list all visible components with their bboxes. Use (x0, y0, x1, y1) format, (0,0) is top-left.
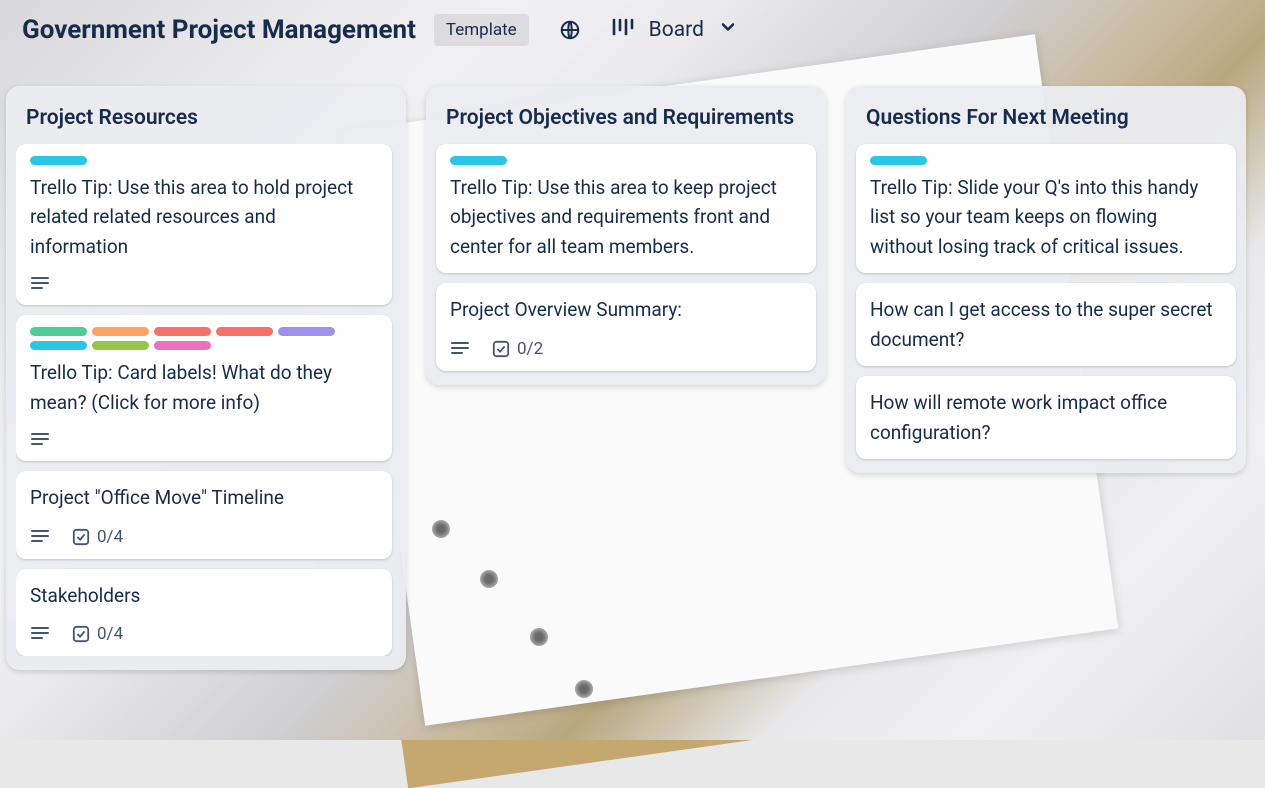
card-badges: 0/4 (30, 624, 378, 644)
card-labels (450, 156, 802, 165)
card-text: Stakeholders (30, 581, 378, 610)
label-red[interactable] (154, 327, 211, 336)
label-orange[interactable] (92, 327, 149, 336)
card[interactable]: Project "Office Move" Timeline 0/4 (16, 471, 392, 558)
checklist-count: 0/2 (517, 339, 543, 359)
label-pink[interactable] (154, 341, 211, 350)
label-purple[interactable] (278, 327, 335, 336)
card[interactable]: How will remote work impact office confi… (856, 376, 1236, 459)
card-badges (30, 431, 378, 449)
card-text: Trello Tip: Slide your Q's into this han… (870, 173, 1222, 261)
card[interactable]: Trello Tip: Use this area to hold projec… (16, 144, 392, 305)
view-label: Board (649, 18, 704, 42)
card-labels (30, 156, 378, 165)
card-text: Project "Office Move" Timeline (30, 483, 378, 512)
card-labels (870, 156, 1222, 165)
card-badges (30, 275, 378, 293)
card-text: How will remote work impact office confi… (870, 388, 1222, 447)
list-title[interactable]: Questions For Next Meeting (856, 100, 1236, 144)
decorative-hole (575, 680, 593, 698)
list-title[interactable]: Project Objectives and Requirements (436, 100, 816, 144)
description-icon (30, 431, 50, 449)
card-text: Project Overview Summary: (450, 295, 802, 324)
list-questions-next-meeting: Questions For Next Meeting Trello Tip: S… (846, 86, 1246, 473)
template-badge[interactable]: Template (434, 14, 529, 46)
card[interactable]: Trello Tip: Use this area to keep projec… (436, 144, 816, 273)
card[interactable]: How can I get access to the super secret… (856, 283, 1236, 366)
card-text: How can I get access to the super secret… (870, 295, 1222, 354)
checklist-badge: 0/4 (72, 527, 123, 547)
card[interactable]: Stakeholders 0/4 (16, 569, 392, 656)
card[interactable]: Trello Tip: Card labels! What do they me… (16, 315, 392, 461)
list-cards[interactable]: Trello Tip: Use this area to hold projec… (16, 144, 396, 656)
label-blue[interactable] (30, 156, 87, 165)
description-icon (450, 340, 470, 358)
list-cards: Trello Tip: Use this area to keep projec… (436, 144, 816, 371)
checklist-count: 0/4 (97, 624, 123, 644)
board-view-icon (611, 17, 635, 43)
card-text: Trello Tip: Use this area to keep projec… (450, 173, 802, 261)
label-green[interactable] (30, 327, 87, 336)
board-title[interactable]: Government Project Management (22, 15, 416, 45)
label-blue[interactable] (30, 341, 87, 350)
card[interactable]: Project Overview Summary: 0/2 (436, 283, 816, 370)
board-header: Government Project Management Template B… (0, 0, 1265, 60)
list-project-resources: Project Resources Trello Tip: Use this a… (6, 86, 406, 670)
card-badges: 0/2 (450, 339, 802, 359)
checklist-count: 0/4 (97, 527, 123, 547)
card-labels (30, 327, 378, 350)
visibility-public-icon[interactable] (559, 19, 581, 41)
view-switcher[interactable]: Board (611, 17, 738, 43)
card-badges: 0/4 (30, 527, 378, 547)
description-icon (30, 625, 50, 643)
label-blue[interactable] (450, 156, 507, 165)
chevron-down-icon (718, 17, 738, 43)
list-cards: Trello Tip: Slide your Q's into this han… (856, 144, 1236, 459)
checklist-badge: 0/2 (492, 339, 543, 359)
label-lime[interactable] (92, 341, 149, 350)
list-title[interactable]: Project Resources (16, 100, 396, 144)
card-text: Trello Tip: Use this area to hold projec… (30, 173, 378, 261)
label-blue[interactable] (870, 156, 927, 165)
description-icon (30, 275, 50, 293)
card[interactable]: Trello Tip: Slide your Q's into this han… (856, 144, 1236, 273)
list-project-objectives: Project Objectives and Requirements Trel… (426, 86, 826, 385)
board-lists: Project Resources Trello Tip: Use this a… (0, 60, 1265, 670)
label-red[interactable] (216, 327, 273, 336)
card-text: Trello Tip: Card labels! What do they me… (30, 358, 378, 417)
checklist-badge: 0/4 (72, 624, 123, 644)
description-icon (30, 528, 50, 546)
